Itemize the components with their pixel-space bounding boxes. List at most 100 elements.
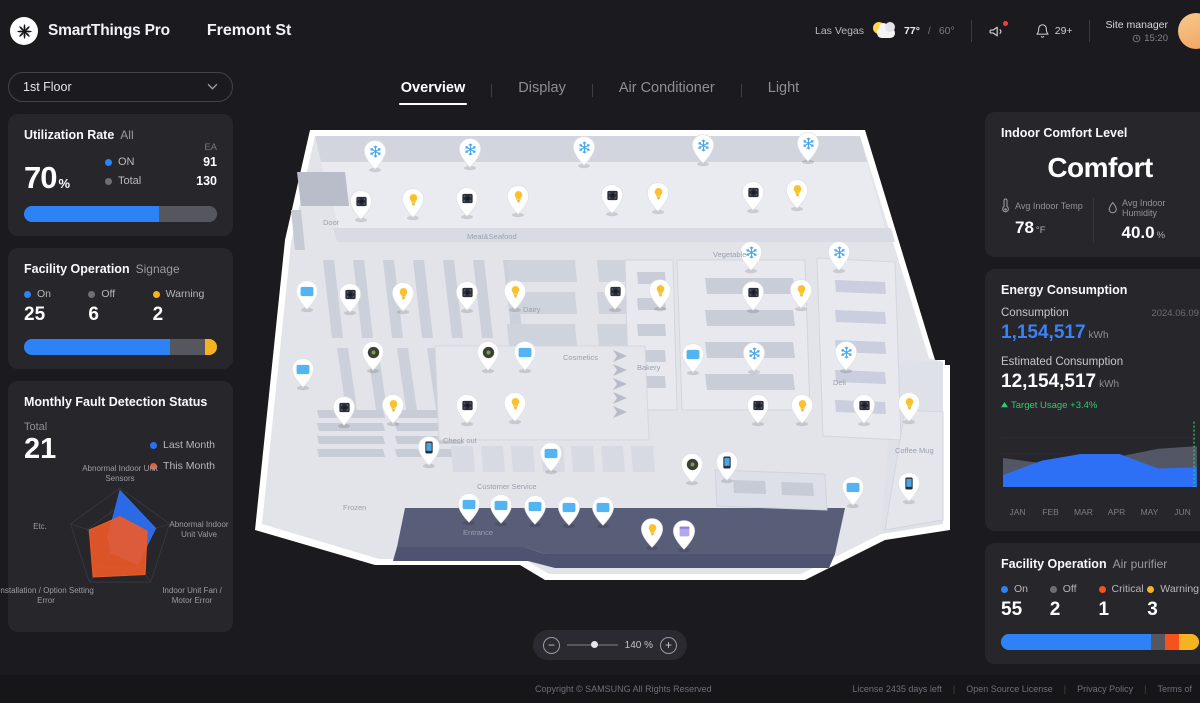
notifications-button[interactable]: 29+ [1035,23,1073,39]
announcement-button[interactable] [988,20,1008,40]
bar-segment-3 [1179,634,1199,650]
energy-title: Energy Consumption [1001,283,1128,297]
fd-legend-last-month: Last Month [150,439,215,451]
zoom-slider-track[interactable] [567,641,618,649]
signage-value-on: 25 [24,304,46,325]
tab-display[interactable]: Display [492,76,592,105]
energy-month-apr: APR [1107,507,1126,517]
energy-consumption-row: Consumption 2024.06.09 [1001,307,1199,319]
comfort-title: Indoor Comfort Level [1001,126,1128,140]
footer-link-terms[interactable]: Terms of [1157,684,1192,694]
footer-copyright: Copyright © SAMSUNG All Rights Reserved [535,684,712,694]
air-legend: On 55 Off 2 Critical 1 Warning 3 [1001,583,1199,621]
comfort-level-value: Comfort [1047,152,1153,183]
map-zone-label: Cosmetics [563,353,599,362]
profile-time-wrap: 15:20 [1106,33,1168,44]
air-dot-critical [1098,585,1106,593]
thermometer-icon [1002,198,1009,213]
air-subtitle: Air purifier [1112,557,1168,571]
air-title-text: Facility Operation [1001,557,1107,571]
legend-label-total: Total [118,175,142,187]
brand: SmartThings Pro [10,17,170,45]
bar-segment-1 [1151,634,1166,650]
floor-select[interactable]: 1st Floor [8,72,233,102]
map-zoom-control[interactable]: − 140 % + [533,630,687,660]
tab-overview[interactable]: Overview [375,76,492,105]
zoom-in-button[interactable]: + [660,636,677,654]
signage-item-warning: Warning 2 [152,288,217,326]
signage-title-text: Facility Operation [24,262,130,276]
utilization-subtitle: All [120,128,134,142]
app-header: SmartThings Pro Fremont St Las Vegas 77°… [0,0,1200,62]
signage-legend: On 25 Off 6 Warning 2 [24,288,217,326]
radar-axis-label-4: Etc. [33,522,47,531]
energy-consumption-number: 1,154,517 [1001,322,1086,343]
comfort-humidity-head: Avg Indoor Humidity [1108,198,1200,218]
signage-dot-off [88,290,96,298]
radar-axis-label-1: Abnormal Indoor Unit Valve [169,520,229,539]
energy-estimated-unit: kWh [1099,379,1120,390]
energy-estimated-value: 12,154,517 kWh [1001,371,1199,393]
energy-month-jan: JAN [1009,507,1026,517]
brand-name: SmartThings Pro [48,22,170,39]
map-zone-label: Deli [833,378,846,387]
footer-sep-3: | [1144,684,1147,694]
energy-month-mar: MAR [1074,507,1093,517]
bar-segment-1 [170,339,206,355]
profile-menu[interactable]: Site manager 15:20 [1090,13,1200,49]
map-zone-label: Vegetable [713,250,747,259]
utilization-ea-label: EA [204,142,217,153]
utilization-percent: 70% [24,160,70,195]
signage-subtitle: Signage [135,262,180,276]
map-zone-label: Bakery [637,363,661,372]
utilization-rate-card: Utilization Rate All EA 70% ON 91 Total 1… [8,114,233,236]
zoom-out-button[interactable]: − [543,636,560,654]
utilization-percent-unit: % [58,176,70,191]
bar-segment-2 [205,339,217,355]
fault-detection-title: Monthly Fault Detection Status [24,395,208,409]
utilization-progress-bar [24,206,217,222]
zoom-level-value: 140 % [624,639,653,651]
legend-dot-on [105,158,112,166]
air-label-warning: Warning [1160,583,1200,595]
footer-sep-2: | [1063,684,1067,694]
footer-links: License 2435 days left | Open Source Lic… [852,684,1192,694]
zoom-slider-thumb[interactable] [591,641,599,649]
air-value-critical: 1 [1098,599,1110,620]
utilization-title-text: Utilization Rate [24,128,115,142]
comfort-temp-value: 78 °F [1015,218,1093,238]
avatar[interactable] [1178,13,1200,49]
indoor-comfort-card: Indoor Comfort Level Comfort Avg Indoor … [985,112,1200,257]
signage-value-off: 6 [88,304,99,325]
footer-link-privacy[interactable]: Privacy Policy [1077,684,1133,694]
legend-value-on: 91 [203,155,217,169]
fd-label-last-month: Last Month [163,439,215,451]
signage-dot-on [24,290,31,298]
air-dot-warning [1147,585,1155,593]
comfort-humidity-label: Avg Indoor Humidity [1122,198,1166,218]
weather-widget: Las Vegas 77° / 60° [799,22,971,40]
tab-air-conditioner[interactable]: Air Conditioner [593,76,741,105]
floorplan-map[interactable]: Door Meat&Seafood Vegetable Bakery Dairy Cosm… [245,110,975,610]
bar-segment-0 [1001,634,1152,650]
signage-label-warning: Warning [165,288,205,300]
legend-label-on: ON [118,156,135,168]
air-value-on: 55 [1001,599,1023,620]
tab-light[interactable]: Light [742,76,825,105]
radar-axis-label-0: Abnormal Indoor Unit Sensors [82,464,158,483]
humidity-drop-icon [1108,201,1117,214]
energy-month-feb: FEB [1042,507,1059,517]
radar-axis-label-2: Indoor Unit Fan / Motor Error [162,586,222,605]
signage-label-on: On [37,288,52,300]
map-zone-label: Coffee Mug [895,446,934,455]
footer-link-open-source[interactable]: Open Source License [966,684,1053,694]
map-zone-label-layer: Door Meat&Seafood Vegetable Bakery Dairy Cosm… [245,110,975,610]
comfort-temp-label: Avg Indoor Temp [1015,200,1083,211]
comfort-humidity-number: 40.0 [1121,223,1155,242]
air-label-off: Off [1062,583,1077,595]
map-zone-label: Meat&Seafood [467,232,517,241]
comfort-humidity-unit: % [1156,230,1166,241]
utilization-percent-value: 70 [24,160,57,195]
header-actions: Las Vegas 77° / 60° 29+ Site manager 15:… [799,0,1200,62]
fault-detection-radar-chart: Abnormal Indoor Unit Sensors Abnormal Ind… [0,464,229,618]
